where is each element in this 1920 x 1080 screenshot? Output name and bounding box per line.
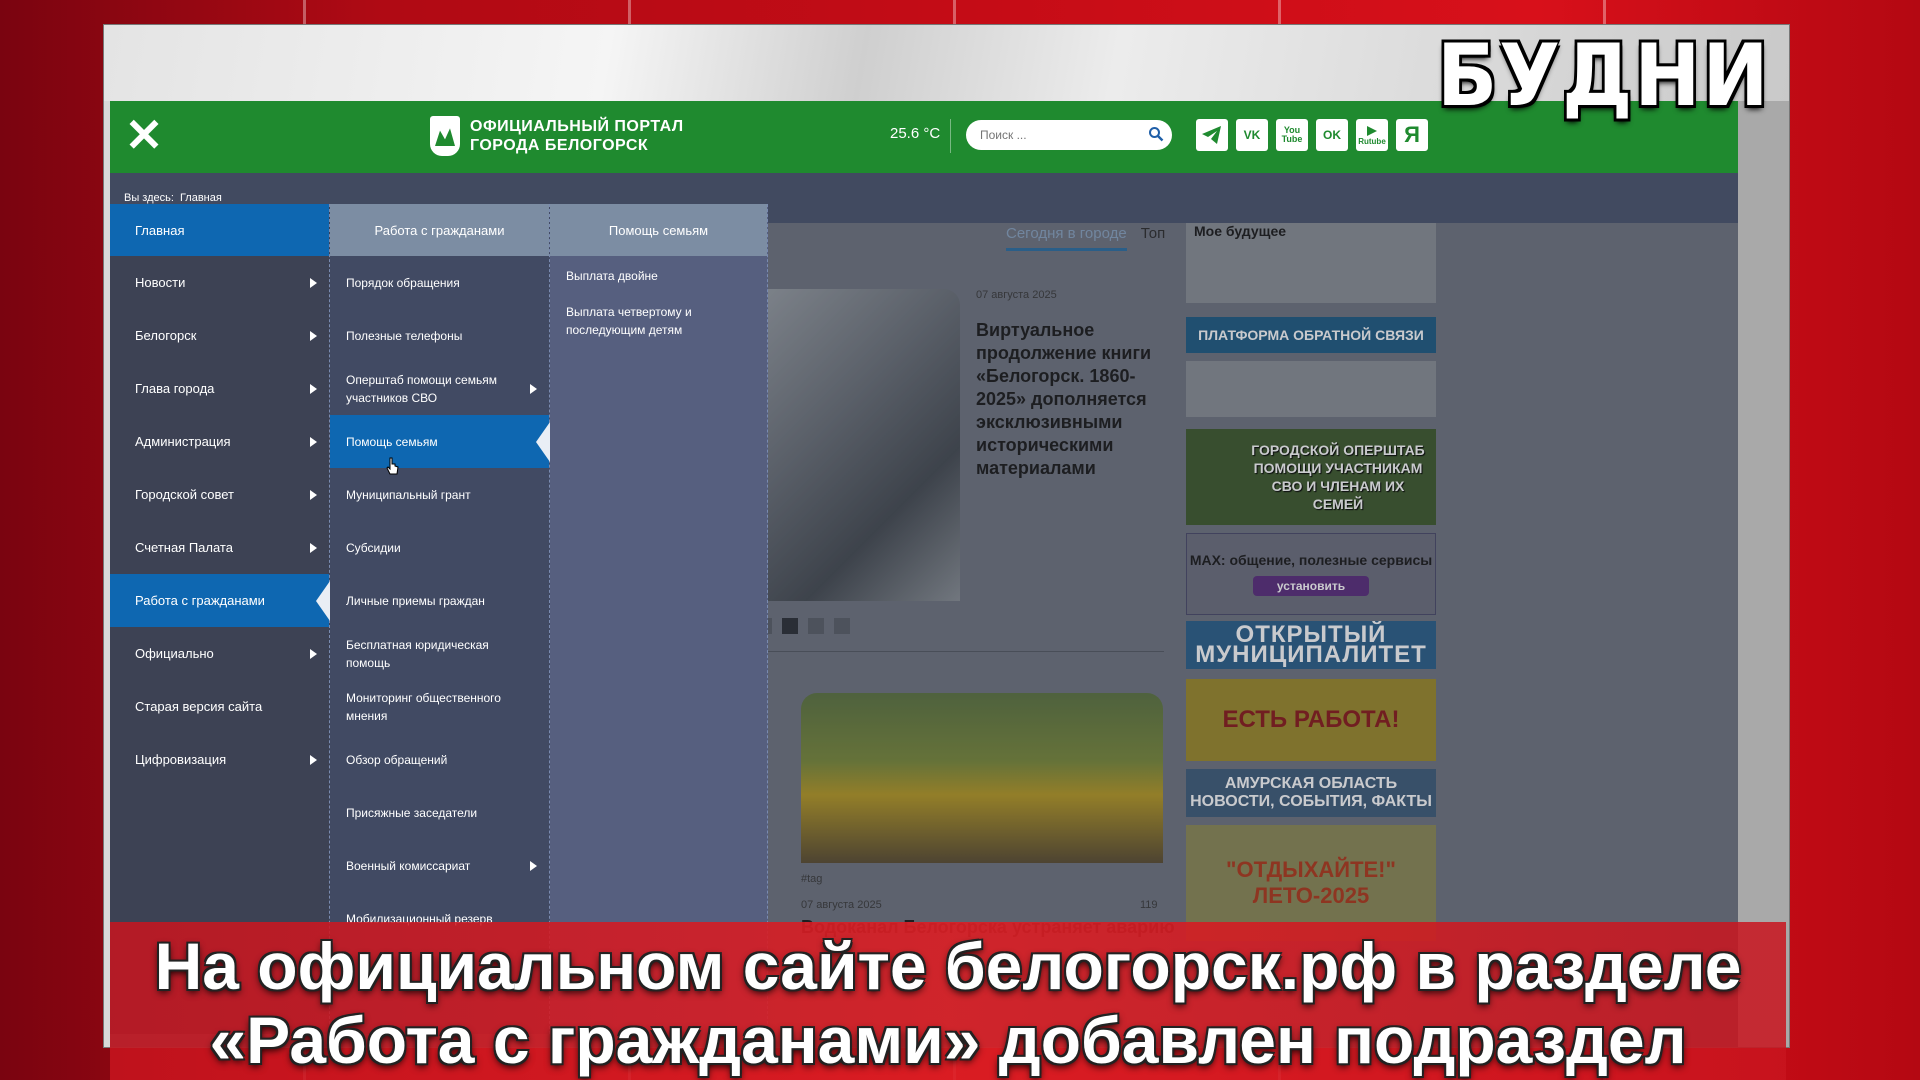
submenu-item-jurors[interactable]: Присяжные заседатели	[330, 786, 549, 839]
breadcrumb-prefix: Вы здесь:	[124, 192, 174, 204]
menu-item-work-with-citizens[interactable]: Работа с гражданами	[110, 574, 330, 627]
submenu-item-appeal-order[interactable]: Порядок обращения	[330, 256, 549, 309]
menu-item-label: Полезные телефоны	[346, 328, 463, 343]
logo-line-1: ОФИЦИАЛЬНЫЙ ПОРТАЛ	[470, 118, 684, 135]
arrow-right-icon	[530, 860, 537, 871]
menu-item-label: Счетная Палата	[135, 539, 233, 555]
menu-item-label: Бесплатная юридическая помощь	[346, 637, 489, 670]
active-pointer-icon	[536, 421, 550, 462]
social-links: VK You Tube OK Rutube Я	[1196, 119, 1428, 151]
caption-line-2: «Работа с гражданами» добавлен подраздел	[209, 1003, 1687, 1077]
menu-item-administration[interactable]: Администрация	[110, 415, 329, 468]
channel-logo: БУДНИ	[1436, 26, 1770, 126]
close-icon: ✕	[124, 109, 164, 161]
menu-item-label: Цифровизация	[135, 751, 227, 767]
breadcrumb-current[interactable]: Главная	[180, 192, 222, 204]
menu-item-label: Старая версия сайта	[135, 698, 263, 714]
youtube-icon[interactable]: You Tube	[1276, 119, 1308, 151]
arrow-right-icon	[310, 648, 317, 659]
menu-item-city-head[interactable]: Глава города	[110, 362, 329, 415]
active-pointer-icon	[316, 580, 330, 621]
menu-item-label: Администрация	[135, 433, 231, 449]
menu-item-label: Обзор обращений	[346, 752, 448, 767]
submenu-item-useful-phones[interactable]: Полезные телефоны	[330, 309, 549, 362]
news-caption: На официальном сайте белогорск.рф в разд…	[110, 922, 1786, 1080]
submenu-item-municipal-grant[interactable]: Муниципальный грант	[330, 468, 549, 521]
menu-item-label: Порядок обращения	[346, 275, 460, 290]
menu-item-label: Белогорск	[135, 327, 197, 343]
menu-column-main: Главная Новости Белогорск Глава города А…	[110, 204, 330, 1034]
yandex-label: Я	[1404, 122, 1420, 147]
odnoklassniki-icon[interactable]: OK	[1316, 119, 1348, 151]
rutube-icon[interactable]: Rutube	[1356, 119, 1388, 151]
arrow-right-icon	[310, 383, 317, 394]
telegram-icon[interactable]	[1196, 119, 1228, 151]
submenu-item-military-office[interactable]: Военный комиссариат	[330, 839, 549, 892]
search-box	[966, 120, 1172, 150]
submenu-header[interactable]: Работа с гражданами	[330, 204, 549, 256]
menu-item-label: Выплата четвертому и последующим детям	[566, 305, 692, 337]
menu-column-family-help: Помощь семьям Выплата двойне Выплата чет…	[550, 204, 768, 1034]
submenu-item-svo-hq[interactable]: Оперштаб помощи семьям участников СВО	[330, 362, 549, 415]
rutube-label: Rutube	[1358, 136, 1386, 146]
menu-item-label: Помощь семьям	[346, 434, 438, 449]
menu-item-city-council[interactable]: Городской совет	[110, 468, 329, 521]
caption-line-1: На официальном сайте белогорск.рф в разд…	[154, 929, 1742, 1003]
city-emblem-icon	[430, 116, 460, 156]
menu-item-official[interactable]: Официально	[110, 627, 329, 680]
arrow-right-icon	[310, 489, 317, 500]
close-menu-button[interactable]: ✕	[124, 112, 164, 158]
arrow-right-icon	[530, 383, 537, 394]
youtube-label: You Tube	[1281, 125, 1303, 144]
menu-item-home[interactable]: Главная	[110, 204, 329, 256]
submenu-item-fourth-child-payment[interactable]: Выплата четвертому и последующим детям	[550, 296, 767, 346]
submenu-item-subsidies[interactable]: Субсидии	[330, 521, 549, 574]
search-input[interactable]	[966, 120, 1126, 150]
arrow-right-icon	[310, 277, 317, 288]
menu-item-old-site[interactable]: Старая версия сайта	[110, 680, 329, 733]
submenu-item-opinion-monitoring[interactable]: Мониторинг общественного мнения	[330, 680, 549, 733]
mouse-cursor-icon	[386, 457, 399, 475]
menu-item-label: Официально	[135, 645, 214, 661]
arrow-right-icon	[310, 542, 317, 553]
menu-item-news[interactable]: Новости	[110, 256, 329, 309]
arrow-right-icon	[310, 330, 317, 341]
ok-label: OK	[1323, 128, 1341, 142]
menu-item-label: Выплата двойне	[566, 269, 658, 283]
menu-item-label: Мониторинг общественного мнения	[346, 690, 501, 723]
submenu-item-family-help[interactable]: Помощь семьям	[330, 415, 550, 468]
header-divider	[950, 119, 951, 153]
menu-item-label: Оперштаб помощи семьям участников СВО	[346, 372, 497, 405]
menu-item-label: Городской совет	[135, 486, 234, 502]
site-logo[interactable]: ОФИЦИАЛЬНЫЙ ПОРТАЛ ГОРОДА БЕЛОГОРСК	[430, 113, 684, 159]
submenu-item-personal-receptions[interactable]: Личные приемы граждан	[330, 574, 549, 627]
vk-label: VK	[1243, 128, 1261, 142]
menu-column-work-with-citizens: Работа с гражданами Порядок обращения По…	[330, 204, 550, 1034]
search-icon[interactable]	[1148, 126, 1164, 142]
vk-icon[interactable]: VK	[1236, 119, 1268, 151]
menu-item-audit-chamber[interactable]: Счетная Палата	[110, 521, 329, 574]
arrow-right-icon	[310, 436, 317, 447]
menu-item-label: Работа с гражданами	[135, 592, 265, 608]
menu-item-label: Муниципальный грант	[346, 487, 471, 502]
menu-item-label: Глава города	[135, 380, 215, 396]
submenu-item-twins-payment[interactable]: Выплата двойне	[550, 256, 767, 296]
menu-item-label: Присяжные заседатели	[346, 805, 478, 820]
arrow-right-icon	[310, 754, 317, 765]
submenu-item-appeals-review[interactable]: Обзор обращений	[330, 733, 549, 786]
temperature: 25.6 °C	[890, 125, 941, 142]
submenu-item-free-legal-aid[interactable]: Бесплатная юридическая помощь	[330, 627, 549, 680]
menu-item-label: Субсидии	[346, 540, 401, 555]
menu-item-belogorsk[interactable]: Белогорск	[110, 309, 329, 362]
menu-item-label: Военный комиссариат	[346, 858, 471, 873]
screen-right-strip	[1737, 101, 1789, 1047]
menu-item-label: Новости	[135, 274, 186, 290]
menu-item-digitalization[interactable]: Цифровизация	[110, 733, 329, 786]
submenu-header[interactable]: Помощь семьям	[550, 204, 767, 256]
logo-line-2: ГОРОДА БЕЛОГОРСК	[470, 137, 649, 154]
menu-item-label: Личные приемы граждан	[346, 593, 485, 608]
yandex-icon[interactable]: Я	[1396, 119, 1428, 151]
